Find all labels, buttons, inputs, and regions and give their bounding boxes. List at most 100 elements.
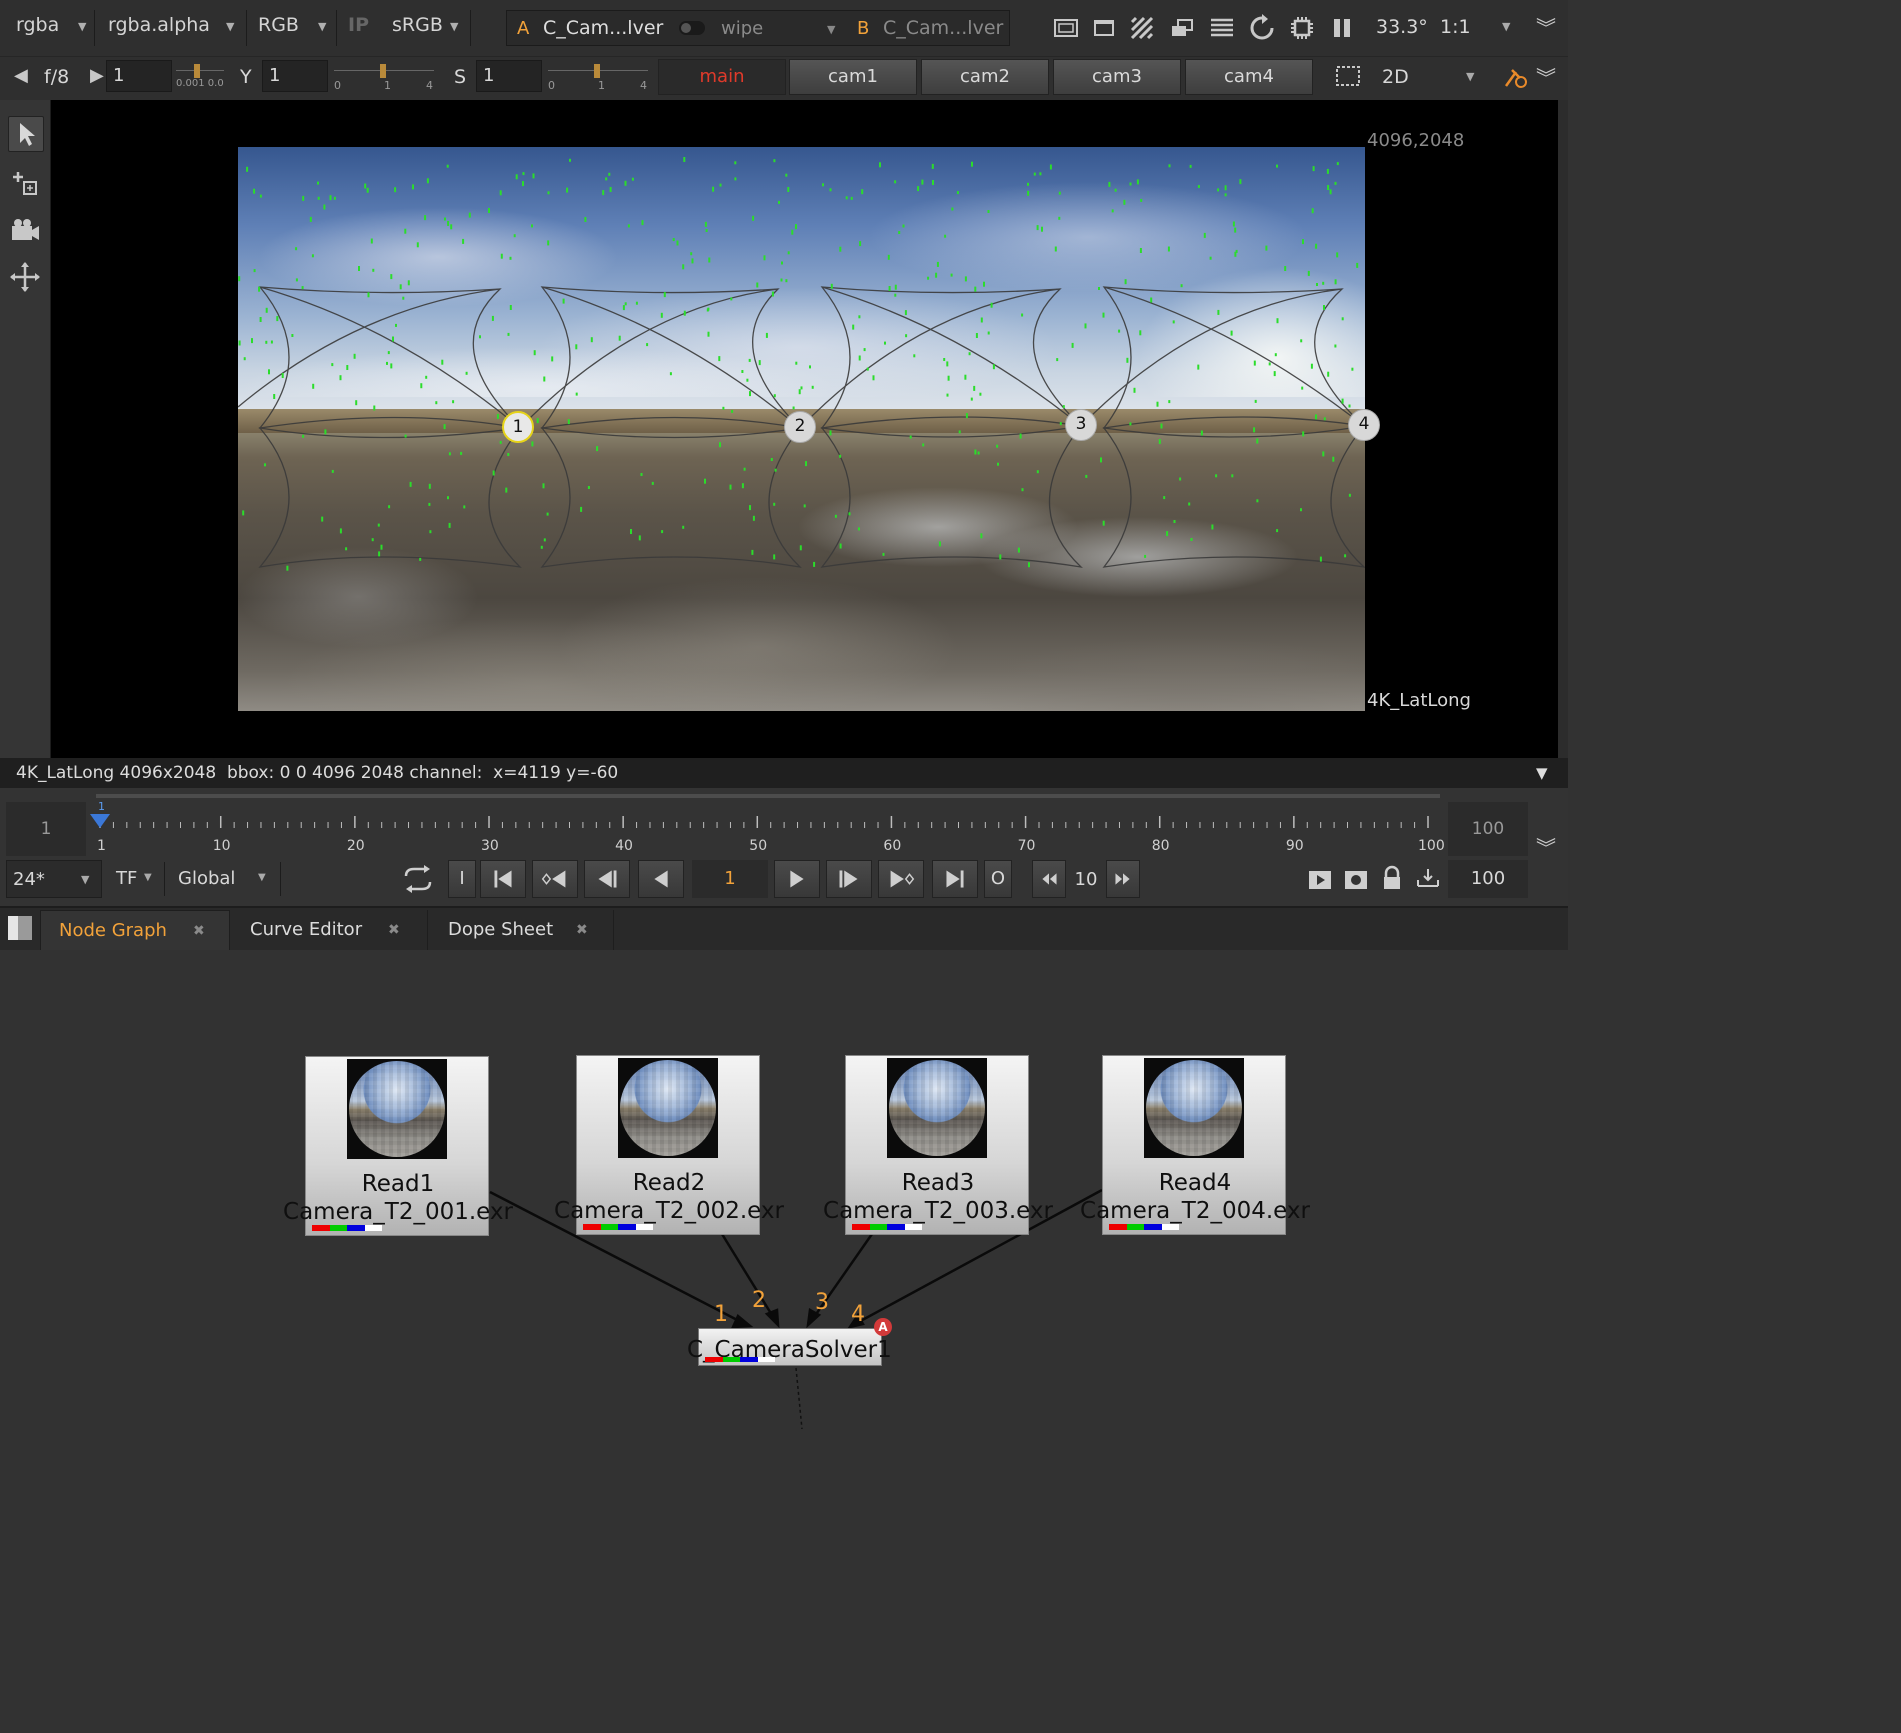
lock-icon[interactable] <box>1378 864 1406 892</box>
tab-node-graph[interactable]: Node Graph ✖ <box>40 910 230 950</box>
prev-fstop-icon[interactable]: ◀ <box>14 65 28 86</box>
overscan-icon[interactable] <box>1090 14 1118 42</box>
gain-input[interactable]: 1 <box>106 60 172 92</box>
viewer-scrollbar[interactable] <box>1558 100 1568 758</box>
track-point <box>1323 417 1326 421</box>
flipbook-icon[interactable] <box>1306 866 1334 894</box>
frame-range-icon[interactable] <box>1414 864 1442 892</box>
scope-settings-icon[interactable] <box>1502 64 1528 90</box>
next-fstop-icon[interactable]: ▶ <box>90 65 104 86</box>
chevron-down-icon[interactable]: ▼ <box>1502 20 1510 33</box>
close-icon[interactable]: ✖ <box>193 911 205 951</box>
mask-input-badge[interactable]: A <box>874 1318 892 1336</box>
last-frame-button[interactable] <box>932 860 978 898</box>
chevron-down-icon[interactable]: ▼ <box>1536 764 1548 782</box>
select-tool-icon[interactable] <box>8 116 44 152</box>
prev-keyframe-button[interactable] <box>532 860 578 898</box>
track-point <box>394 187 397 193</box>
scope-dropdown[interactable]: Global ▼ <box>170 860 276 898</box>
end-frame-field[interactable]: 100 <box>1448 860 1528 898</box>
track-point <box>1316 283 1318 286</box>
list-icon[interactable] <box>1208 14 1236 42</box>
last-frame-field[interactable]: 100 <box>1448 802 1528 856</box>
expand-timeline-icon[interactable]: ︾ <box>1536 832 1556 861</box>
display-dropdown[interactable]: RGB ▼ <box>258 14 333 36</box>
skip-back-button[interactable] <box>1032 860 1066 898</box>
saturation-slider[interactable]: 0 1 4 <box>548 60 648 92</box>
tab-dope-sheet[interactable]: Dope Sheet ✖ <box>430 910 614 950</box>
camera-marker-3[interactable]: 3 <box>1065 409 1097 441</box>
track-point <box>492 470 495 476</box>
colorspace-dropdown[interactable]: sRGB ▼ <box>392 14 467 36</box>
camera-marker-4[interactable]: 4 <box>1348 409 1380 441</box>
move-tool-icon[interactable] <box>8 260 42 294</box>
input-a-dropdown[interactable]: C_Cam...lver <box>543 17 663 39</box>
read-node-1[interactable]: Read1 Camera_T2_001.exr <box>283 1056 513 1236</box>
fps-dropdown[interactable]: 24* ▼ <box>6 860 102 898</box>
read-node-2[interactable]: Read2 Camera_T2_002.exr <box>554 1055 784 1235</box>
track-point <box>590 337 593 343</box>
track-point <box>295 278 298 282</box>
input-b-dropdown[interactable]: C_Cam...lver <box>883 17 1003 39</box>
roi-icon[interactable] <box>1052 14 1080 42</box>
next-keyframe-button[interactable] <box>878 860 924 898</box>
current-frame-field[interactable]: 1 <box>692 860 768 898</box>
view-tab-cam4[interactable]: cam4 <box>1185 59 1313 95</box>
skip-frames-field[interactable]: 10 <box>1068 860 1104 898</box>
zoom-readout[interactable]: 33.3° <box>1376 16 1428 38</box>
view-tab-cam1[interactable]: cam1 <box>789 59 917 95</box>
view-tab-cam2[interactable]: cam2 <box>921 59 1049 95</box>
tf-dropdown[interactable]: TF ▼ <box>110 860 160 898</box>
play-forward-button[interactable] <box>774 860 820 898</box>
prev-frame-button[interactable] <box>584 860 630 898</box>
expand-toolbar2-icon[interactable]: ︾ <box>1536 62 1556 91</box>
read-node-4[interactable]: Read4 Camera_T2_004.exr <box>1080 1055 1310 1235</box>
saturation-input[interactable]: 1 <box>476 60 542 92</box>
ip-toggle[interactable]: IP <box>348 14 369 36</box>
selection-icon[interactable] <box>1334 64 1364 90</box>
panel-menu-icon[interactable] <box>6 914 34 942</box>
camera-solver-node[interactable]: C_CameraSolver1 <box>687 1328 892 1366</box>
next-frame-button[interactable] <box>826 860 872 898</box>
loop-mode-icon[interactable] <box>400 862 436 896</box>
view-tab-cam3[interactable]: cam3 <box>1053 59 1181 95</box>
track-point <box>404 228 407 234</box>
track-point <box>1301 386 1304 390</box>
track-point <box>635 301 638 305</box>
pause-icon[interactable] <box>1328 14 1356 42</box>
skip-forward-button[interactable] <box>1106 860 1140 898</box>
camera-tool-icon[interactable] <box>8 214 42 248</box>
camera-marker-1[interactable]: 1 <box>502 411 534 443</box>
tab-curve-editor[interactable]: Curve Editor ✖ <box>232 910 428 950</box>
wipe-dropdown[interactable]: wipe <box>721 18 763 39</box>
channels-dropdown[interactable]: rgba ▼ <box>16 14 96 36</box>
first-frame-button[interactable] <box>480 860 526 898</box>
expand-toolbar-icon[interactable]: ︾ <box>1536 12 1556 41</box>
record-icon[interactable] <box>1342 866 1370 894</box>
gpu-icon[interactable] <box>1288 14 1316 42</box>
close-icon[interactable]: ✖ <box>576 910 588 950</box>
in-point-button[interactable]: I <box>448 860 476 898</box>
view-mode-dropdown[interactable]: 2D <box>1382 66 1409 88</box>
add-marker-tool-icon[interactable] <box>8 166 42 200</box>
refresh-icon[interactable] <box>1248 14 1276 42</box>
layers-icon[interactable] <box>1168 14 1196 42</box>
gamma-slider[interactable]: 0 1 4 <box>334 60 434 92</box>
track-point <box>787 187 790 192</box>
track-point <box>1254 399 1257 403</box>
gamma-input[interactable]: 1 <box>262 60 328 92</box>
view-tab-main[interactable]: main <box>658 59 786 95</box>
first-frame-field[interactable]: 1 <box>6 802 86 856</box>
ratio-dropdown[interactable]: 1:1 <box>1440 16 1471 38</box>
close-icon[interactable]: ✖ <box>388 910 400 950</box>
out-point-button[interactable]: O <box>984 860 1012 898</box>
chevron-down-icon[interactable]: ▼ <box>1466 70 1474 83</box>
read-node-3[interactable]: Read3 Camera_T2_003.exr <box>823 1055 1053 1235</box>
play-backward-button[interactable] <box>638 860 684 898</box>
stripes-icon[interactable] <box>1128 14 1156 42</box>
gain-slider[interactable]: 0.001 0.01 0.1 1 <box>176 60 224 92</box>
current-frame-marker[interactable] <box>90 814 110 828</box>
alpha-channel-dropdown[interactable]: rgba.alpha ▼ <box>108 14 243 36</box>
camera-marker-2[interactable]: 2 <box>784 411 816 443</box>
wipe-toggle[interactable] <box>679 21 705 35</box>
